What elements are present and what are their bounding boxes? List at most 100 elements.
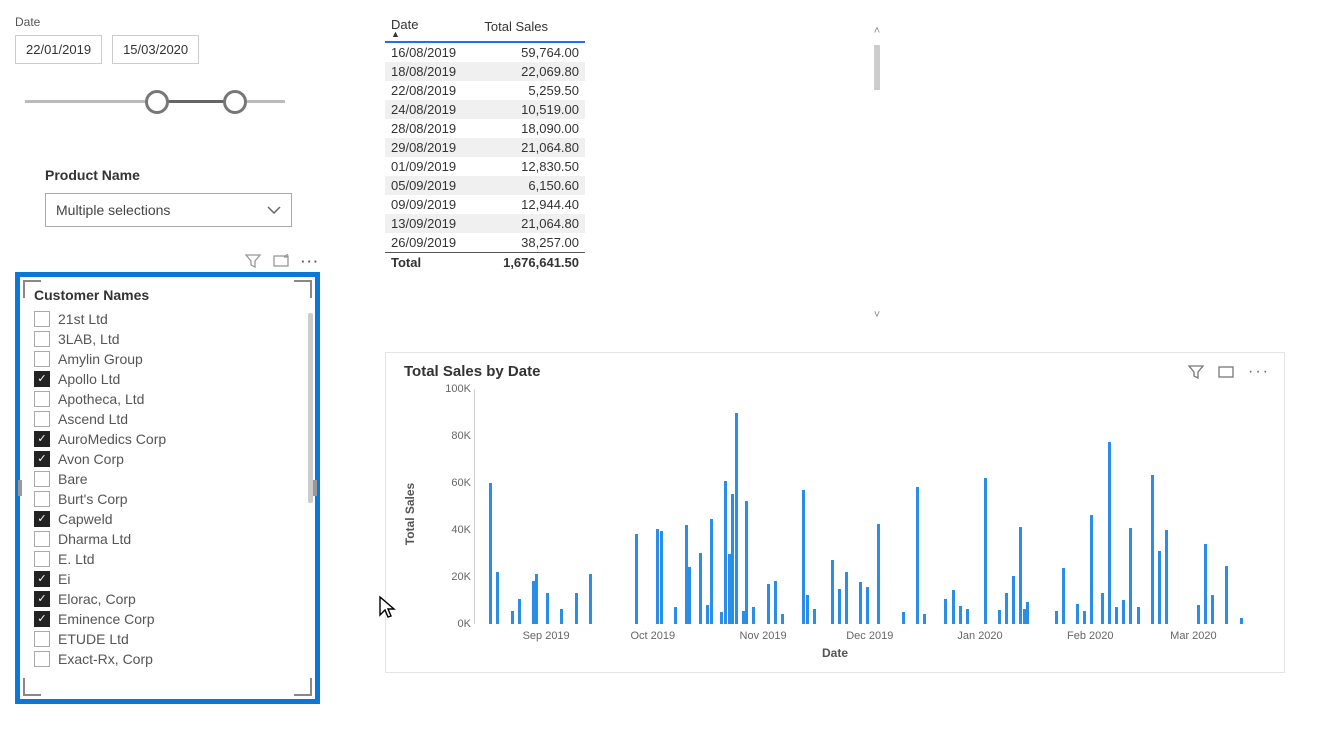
chart-bar[interactable] xyxy=(752,607,755,623)
chart-bar[interactable] xyxy=(720,612,723,623)
chart-bar[interactable] xyxy=(731,494,734,623)
chart-bar[interactable] xyxy=(845,572,848,624)
customer-item[interactable]: E. Ltd xyxy=(34,549,301,569)
customer-item[interactable]: Dharma Ltd xyxy=(34,529,301,549)
chart-bar[interactable] xyxy=(1129,528,1132,623)
table-col-date[interactable]: Date ▲ xyxy=(385,15,478,42)
checkbox[interactable] xyxy=(34,351,50,367)
customer-item[interactable]: Burt's Corp xyxy=(34,489,301,509)
chart-bar[interactable] xyxy=(745,501,748,623)
checkbox[interactable] xyxy=(34,551,50,567)
chart-bar[interactable] xyxy=(916,487,919,624)
chart-bar[interactable] xyxy=(560,609,563,623)
customer-item[interactable]: Avon Corp xyxy=(34,449,301,469)
filter-icon[interactable] xyxy=(1188,365,1204,379)
customer-list[interactable]: 21st Ltd3LAB, LtdAmylin GroupApollo LtdA… xyxy=(20,309,315,697)
chart-bar[interactable] xyxy=(1083,611,1086,623)
customer-item[interactable]: Apotheca, Ltd xyxy=(34,389,301,409)
chart-bar[interactable] xyxy=(1101,593,1104,624)
chart-bar[interactable] xyxy=(546,593,549,623)
table-row[interactable]: 09/09/201912,944.40 xyxy=(385,195,585,214)
chart-bar[interactable] xyxy=(496,572,499,624)
chart-bar[interactable] xyxy=(660,531,663,624)
chart-bar[interactable] xyxy=(1204,544,1207,623)
table-row[interactable]: 18/08/201922,069.80 xyxy=(385,62,585,81)
chart-bar[interactable] xyxy=(1158,551,1161,623)
chart-bar[interactable] xyxy=(1055,611,1058,624)
chart-bar[interactable] xyxy=(866,587,869,623)
chart-bar[interactable] xyxy=(831,560,834,624)
selection-handle[interactable] xyxy=(294,280,312,298)
chart-bar[interactable] xyxy=(1062,568,1065,623)
chart-bar[interactable] xyxy=(1197,605,1200,624)
chart-bar[interactable] xyxy=(1019,527,1022,623)
slider-thumb-from[interactable] xyxy=(145,90,169,114)
checkbox[interactable] xyxy=(34,631,50,647)
date-range-slider[interactable] xyxy=(25,82,285,122)
chart-bar[interactable] xyxy=(635,534,638,624)
chart-bar[interactable] xyxy=(518,599,521,624)
checkbox[interactable] xyxy=(34,611,50,627)
chart-bar[interactable] xyxy=(998,610,1001,623)
table-scrollbar[interactable]: ˄ ˅ xyxy=(869,25,885,325)
customer-item[interactable]: Ei xyxy=(34,569,301,589)
table-row[interactable]: 24/08/201910,519.00 xyxy=(385,100,585,119)
chart-bar[interactable] xyxy=(735,413,738,623)
more-options-icon[interactable]: ··· xyxy=(1248,363,1270,381)
customer-item[interactable]: 3LAB, Ltd xyxy=(34,329,301,349)
chart-bar[interactable] xyxy=(1115,607,1118,623)
chart-bar[interactable] xyxy=(688,567,691,623)
customer-item[interactable]: Elorac, Corp xyxy=(34,589,301,609)
selection-handle[interactable] xyxy=(23,280,41,298)
chart-bar[interactable] xyxy=(1225,566,1228,624)
customer-item[interactable]: AuroMedics Corp xyxy=(34,429,301,449)
chart-bar[interactable] xyxy=(724,481,727,624)
chart-bar[interactable] xyxy=(1165,530,1168,624)
chart-bar[interactable] xyxy=(1122,600,1125,623)
customer-slicer-visual[interactable]: Customer Names 21st Ltd3LAB, LtdAmylin G… xyxy=(15,272,320,704)
chart-bar[interactable] xyxy=(1026,602,1029,623)
chart-bar[interactable] xyxy=(959,606,962,623)
chart-bar[interactable] xyxy=(781,614,784,623)
focus-mode-icon[interactable] xyxy=(1218,365,1234,379)
checkbox[interactable] xyxy=(34,391,50,407)
chart-bar[interactable] xyxy=(535,574,538,624)
chart-bar[interactable] xyxy=(589,574,592,624)
table-row[interactable]: 28/08/201918,090.00 xyxy=(385,119,585,138)
product-dropdown[interactable]: Multiple selections xyxy=(45,193,292,227)
chart-bar[interactable] xyxy=(774,581,777,624)
scroll-down-icon[interactable]: ˅ xyxy=(869,309,885,325)
chart-bar[interactable] xyxy=(1090,515,1093,623)
chart-bar[interactable] xyxy=(813,609,816,623)
filter-icon[interactable] xyxy=(245,254,261,268)
customer-item[interactable]: Bare xyxy=(34,469,301,489)
table-row[interactable]: 16/08/201959,764.00 xyxy=(385,42,585,62)
table-row[interactable]: 26/09/201938,257.00 xyxy=(385,233,585,253)
checkbox[interactable] xyxy=(34,411,50,427)
chart-bar[interactable] xyxy=(1137,607,1140,623)
table-row[interactable]: 01/09/201912,830.50 xyxy=(385,157,585,176)
table-row[interactable]: 13/09/201921,064.80 xyxy=(385,214,585,233)
checkbox[interactable] xyxy=(34,531,50,547)
date-to-input[interactable]: 15/03/2020 xyxy=(112,35,199,64)
customer-item[interactable]: Apollo Ltd xyxy=(34,369,301,389)
customer-item[interactable]: Exact-Rx, Corp xyxy=(34,649,301,669)
table-col-total-sales[interactable]: Total Sales xyxy=(478,15,585,42)
chart-bar[interactable] xyxy=(656,529,659,623)
chart-bar[interactable] xyxy=(674,607,677,624)
checkbox[interactable] xyxy=(34,371,50,387)
chart-bar[interactable] xyxy=(1076,604,1079,624)
customer-item[interactable]: Capweld xyxy=(34,509,301,529)
chart-bar[interactable] xyxy=(806,595,809,624)
scrollbar-thumb[interactable] xyxy=(308,313,313,503)
checkbox[interactable] xyxy=(34,471,50,487)
chart-plot-area[interactable]: 0K20K40K60K80K100KSep 2019Oct 2019Nov 20… xyxy=(474,389,1261,624)
chart-bar[interactable] xyxy=(802,490,805,623)
more-options-icon[interactable]: ··· xyxy=(301,254,320,269)
chart-bar[interactable] xyxy=(923,614,926,624)
table-row[interactable]: 29/08/201921,064.80 xyxy=(385,138,585,157)
table-row[interactable]: 05/09/20196,150.60 xyxy=(385,176,585,195)
chart-bar[interactable] xyxy=(1211,595,1214,623)
table-row[interactable]: 22/08/20195,259.50 xyxy=(385,81,585,100)
slider-thumb-to[interactable] xyxy=(223,90,247,114)
